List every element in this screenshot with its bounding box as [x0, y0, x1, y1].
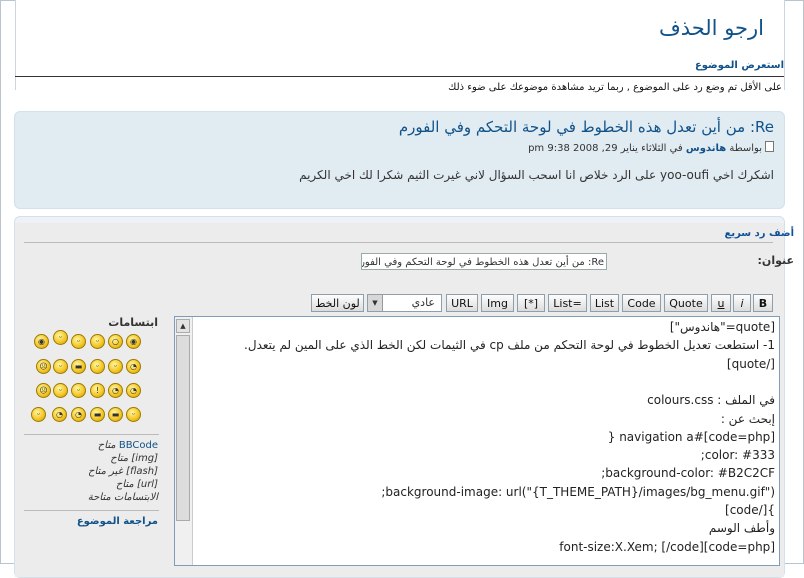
font-size-select[interactable]: ▼ عادي	[367, 294, 442, 312]
post-icon[interactable]	[765, 141, 774, 152]
img-button[interactable]: Img	[481, 294, 514, 312]
scroll-up-icon[interactable]: ▲	[176, 319, 190, 333]
bbcode-state: متاح	[97, 440, 116, 451]
emoticon-icon[interactable]: ▬	[108, 407, 123, 422]
scrollbar[interactable]: ▲	[175, 317, 193, 565]
emoticon-icon[interactable]: ᵕ	[53, 383, 68, 398]
message-line: [/quote]	[726, 356, 775, 371]
list-item-button[interactable]: [*]	[517, 294, 545, 312]
message-line: [code=php]font-size:X.Xem; [/code]	[559, 539, 775, 554]
smilies-status: الابتسامات متاحة	[87, 492, 158, 503]
emoticon-icon[interactable]: ◔	[126, 359, 141, 374]
divider	[24, 434, 159, 435]
emoticon-icon[interactable]: ◔	[108, 383, 123, 398]
quick-reply-title: أضف رد سريع	[724, 228, 795, 239]
bbcode-status: BBCode متاح	[98, 440, 158, 451]
divider	[24, 510, 159, 511]
message-line: }[/code]	[725, 503, 775, 517]
message-line: [quote="هاندوس"]	[669, 320, 775, 334]
emoticon-icon[interactable]: ᵕ	[71, 383, 86, 398]
emoticon-icon[interactable]: ◉	[34, 334, 49, 349]
subject-input[interactable]: Re: من أين تعدل هذه الخطوط في لوحة التحك…	[361, 253, 607, 270]
message-line: إبحث عن :	[720, 411, 775, 426]
post-date: في الثلاثاء يناير 29, 2008 9:38 pm	[528, 143, 683, 154]
emoticon-icon[interactable]: ᵕ	[108, 359, 123, 374]
emoticon-icon[interactable]: ▬	[90, 407, 105, 422]
subject-label: عنوان:	[757, 254, 794, 267]
message-line: وأطف الوسم	[708, 521, 775, 536]
list-button[interactable]: List	[590, 294, 619, 312]
message-line: 1- استطعت تعديل الخطوط في لوحة التحكم من…	[244, 338, 775, 353]
post-box: Re: من أين تعدل هذه الخطوط في لوحة التحك…	[14, 111, 785, 209]
emoticon-icon[interactable]: ◔	[126, 383, 141, 398]
message-line: background-color: #B2C2CF;	[601, 466, 775, 481]
italic-button[interactable]: i	[733, 294, 751, 312]
page-title: ارجو الحذف	[658, 16, 764, 40]
bbcode-link[interactable]: BBCode	[119, 440, 158, 451]
emoticon-icon[interactable]: ◔	[71, 407, 86, 422]
emoticon-icon[interactable]: ◔	[52, 407, 67, 422]
message-line: في الملف : colours.css	[647, 393, 775, 408]
post-body: اشكرك اخي yoo-oufi على الرد خلاص انا اسح…	[299, 168, 774, 182]
post-author[interactable]: هاندوس	[686, 143, 726, 154]
ordered-list-button[interactable]: List=	[548, 294, 587, 312]
reply-notice: على الأقل تم وضع رد على الموضوع , ربما ت…	[448, 82, 782, 93]
emoticon-icon[interactable]: ᵕ	[126, 407, 141, 422]
font-color-button[interactable]: لون الخط	[311, 294, 364, 312]
bold-button[interactable]: B	[753, 294, 773, 312]
divider	[24, 242, 773, 243]
emoticon-icon[interactable]: ᵕ	[31, 407, 46, 422]
emoticon-icon[interactable]: ○	[108, 334, 123, 349]
chevron-down-icon[interactable]: ▼	[368, 295, 383, 311]
post-meta: بواسطة هاندوس في الثلاثاء يناير 29, 2008…	[528, 141, 774, 154]
emoticon-icon[interactable]: ᵕ	[53, 359, 68, 374]
emoticon-icon[interactable]: ◉	[126, 334, 141, 349]
post-title[interactable]: Re: من أين تعدل هذه الخطوط في لوحة التحك…	[399, 118, 774, 136]
emoticons-label: ابتسامات	[108, 316, 158, 329]
by-label: بواسطة	[729, 143, 762, 154]
url-status: [url] متاح	[115, 479, 158, 490]
emoticon-icon[interactable]: ☹	[36, 359, 51, 374]
emoticon-icon[interactable]: ᵕ	[90, 334, 105, 349]
emoticon-icon[interactable]: ᵕ	[53, 330, 68, 345]
topic-review-link[interactable]: مراجعة الموضوع	[77, 516, 158, 527]
scroll-thumb[interactable]	[176, 335, 190, 521]
emoticon-icon[interactable]: !	[90, 383, 105, 398]
img-status: [img] متاح	[110, 453, 158, 464]
url-button[interactable]: URL	[446, 294, 478, 312]
underline-button[interactable]: u	[711, 294, 731, 312]
message-line: background-image: url("{T_THEME_PATH}/im…	[381, 484, 775, 499]
font-size-value: عادي	[411, 296, 435, 309]
code-button[interactable]: Code	[622, 294, 661, 312]
view-topic-link[interactable]: استعرض الموضوع	[695, 60, 784, 71]
message-textarea[interactable]: ▲ [quote="هاندوس"] 1- استطعت تعديل الخطوط…	[174, 316, 780, 566]
emoticon-icon[interactable]: ᵕ	[71, 334, 86, 349]
flash-status: [flash] غير متاح	[88, 466, 158, 477]
emoticon-icon[interactable]: ᵕ	[90, 359, 105, 374]
message-line: color: #333;	[700, 448, 775, 463]
emoticon-icon[interactable]: ☹	[36, 383, 51, 398]
message-line: [code=php]#navigation a {	[607, 429, 775, 444]
emoticon-icon[interactable]: ▬	[71, 359, 86, 374]
quote-button[interactable]: Quote	[664, 294, 708, 312]
divider	[15, 76, 784, 77]
